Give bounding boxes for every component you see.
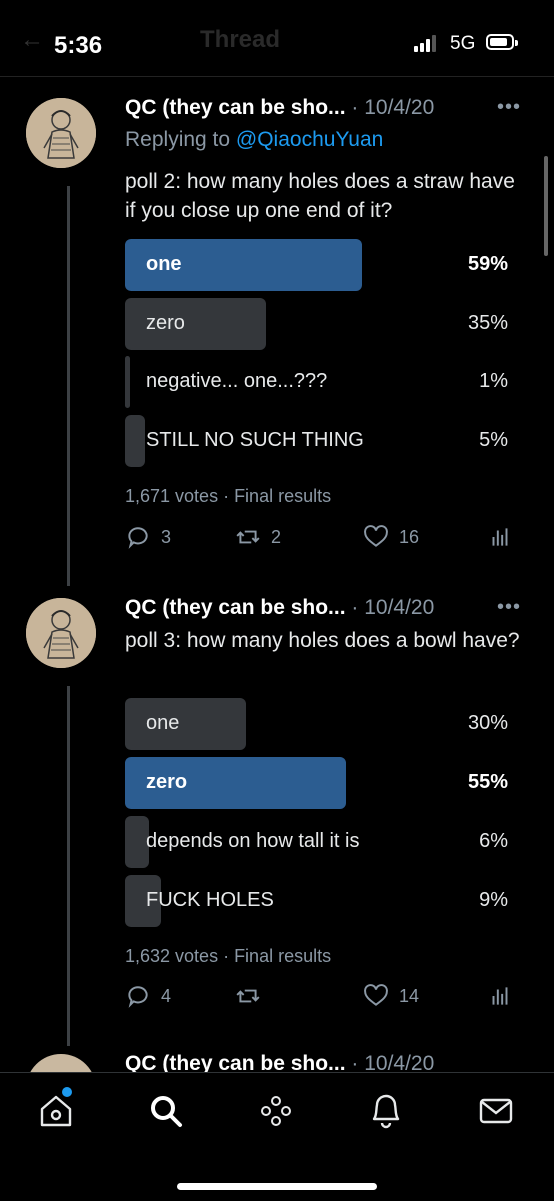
spaces-icon [261,1096,291,1126]
bottom-tab-bar [0,1072,554,1201]
poll-option-label: zero [146,771,188,793]
header-title: Thread [200,26,281,53]
tweet-date: · 10/4/20 [351,596,435,619]
retweet-button[interactable]: 2 [235,524,281,550]
poll-votes: 1,632 votes · Final results [125,946,332,966]
poll-option-percent: 55% [467,771,508,793]
home-icon [40,1095,72,1127]
reply-icon [128,527,148,549]
reply-count: 3 [161,526,172,547]
tweet-actions: 3 2 16 [125,524,525,554]
battery-icon [486,34,518,50]
tab-search[interactable] [146,1091,186,1131]
poll-option: STILL NO SUCH THING 5% [125,415,508,467]
poll-option: one 59% [125,239,508,291]
reply-button[interactable]: 3 [125,524,171,550]
reply-icon [128,986,148,1008]
analytics-button[interactable] [487,983,513,1009]
like-count: 16 [399,526,420,547]
search-icon [151,1096,182,1127]
poll-option-label: depends on how tall it is [146,830,360,852]
author-name[interactable]: QC (they can be sho... [125,96,346,119]
replying-to: Replying to @QiaochuYuan [125,128,383,152]
tab-home[interactable] [36,1087,76,1131]
retweet-count: 2 [271,526,282,547]
like-button[interactable]: 14 [363,983,419,1009]
poll-option-label: negative... one...??? [146,370,328,392]
avatar[interactable] [26,598,96,668]
tweet-header: QC (they can be sho... · 10/4/20 [125,1052,434,1072]
back-arrow-icon[interactable]: ← [20,26,44,54]
like-icon [364,984,388,1006]
poll-bar [125,415,145,467]
tab-messages[interactable] [476,1091,516,1131]
poll-option-percent: 1% [479,370,508,392]
analytics-button[interactable] [487,524,513,550]
like-icon [364,525,388,547]
tweet-text: poll 2: how many holes does a straw have… [125,170,515,222]
analytics-icon [492,987,508,1005]
thread-line [67,686,70,1046]
scrollbar[interactable] [544,156,548,256]
tab-spaces[interactable] [256,1091,296,1131]
poll-option: one 30% [125,698,508,750]
home-indicator [177,1183,377,1190]
like-button[interactable]: 16 [363,524,419,550]
status-time: 5:36 [54,32,103,59]
mail-icon [479,1098,513,1124]
tweet-header: QC (they can be sho... · 10/4/20 [125,96,434,120]
author-name[interactable]: QC (they can be sho... [125,596,346,619]
replying-to-handle[interactable]: @QiaochuYuan [236,128,383,151]
notification-dot [62,1087,72,1097]
poll-option: negative... one...??? 1% [125,356,508,408]
author-name[interactable]: QC (they can be sho... [125,1052,346,1072]
poll-option: zero 55% [125,757,508,809]
retweet-icon [236,989,260,1003]
avatar[interactable] [26,98,96,168]
signal-icon [414,34,440,52]
poll-option: FUCK HOLES 9% [125,875,508,927]
poll-votes: 1,671 votes · Final results [125,486,332,506]
poll-option-percent: 9% [479,889,508,911]
poll-option-percent: 59% [467,253,508,275]
tweet-actions: 4 14 [125,983,525,1013]
poll-option-label: zero [146,312,185,334]
like-count: 14 [399,985,420,1006]
analytics-icon [492,528,508,546]
retweet-icon [236,530,260,544]
tweet-header: QC (they can be sho... · 10/4/20 [125,596,434,620]
tweet-partial[interactable]: QC (they can be sho... · 10/4/20 [0,1048,554,1072]
poll-option: depends on how tall it is 6% [125,816,508,868]
tab-notifications[interactable] [366,1091,406,1131]
tweet-date: · 10/4/20 [351,1052,435,1072]
tweet-date: · 10/4/20 [351,96,435,119]
tweet-text: poll 3: how many holes does a bowl have? [125,629,520,652]
status-bar: ← Thread 5:36 5G [0,0,554,77]
poll-bar [125,356,130,408]
poll-option-percent: 6% [479,830,508,852]
poll-bar [125,698,246,750]
poll-option-label: FUCK HOLES [146,889,274,911]
poll-option-label: one [146,253,182,275]
poll-option-percent: 30% [467,712,508,734]
retweet-button[interactable] [235,983,271,1009]
poll-option-label: one [146,712,180,734]
more-icon[interactable]: ••• [497,96,521,119]
poll-option-label: STILL NO SUCH THING [146,429,364,451]
avatar[interactable] [26,1054,96,1072]
bell-icon [372,1094,400,1129]
reply-count: 4 [161,985,172,1006]
poll-option: zero 35% [125,298,508,350]
poll-option-percent: 5% [479,429,508,451]
reply-button[interactable]: 4 [125,983,171,1009]
network-label: 5G [450,33,476,54]
poll-option-percent: 35% [467,312,508,334]
more-icon[interactable]: ••• [497,596,521,619]
thread-line [67,186,70,586]
replying-to-label: Replying to [125,128,236,151]
